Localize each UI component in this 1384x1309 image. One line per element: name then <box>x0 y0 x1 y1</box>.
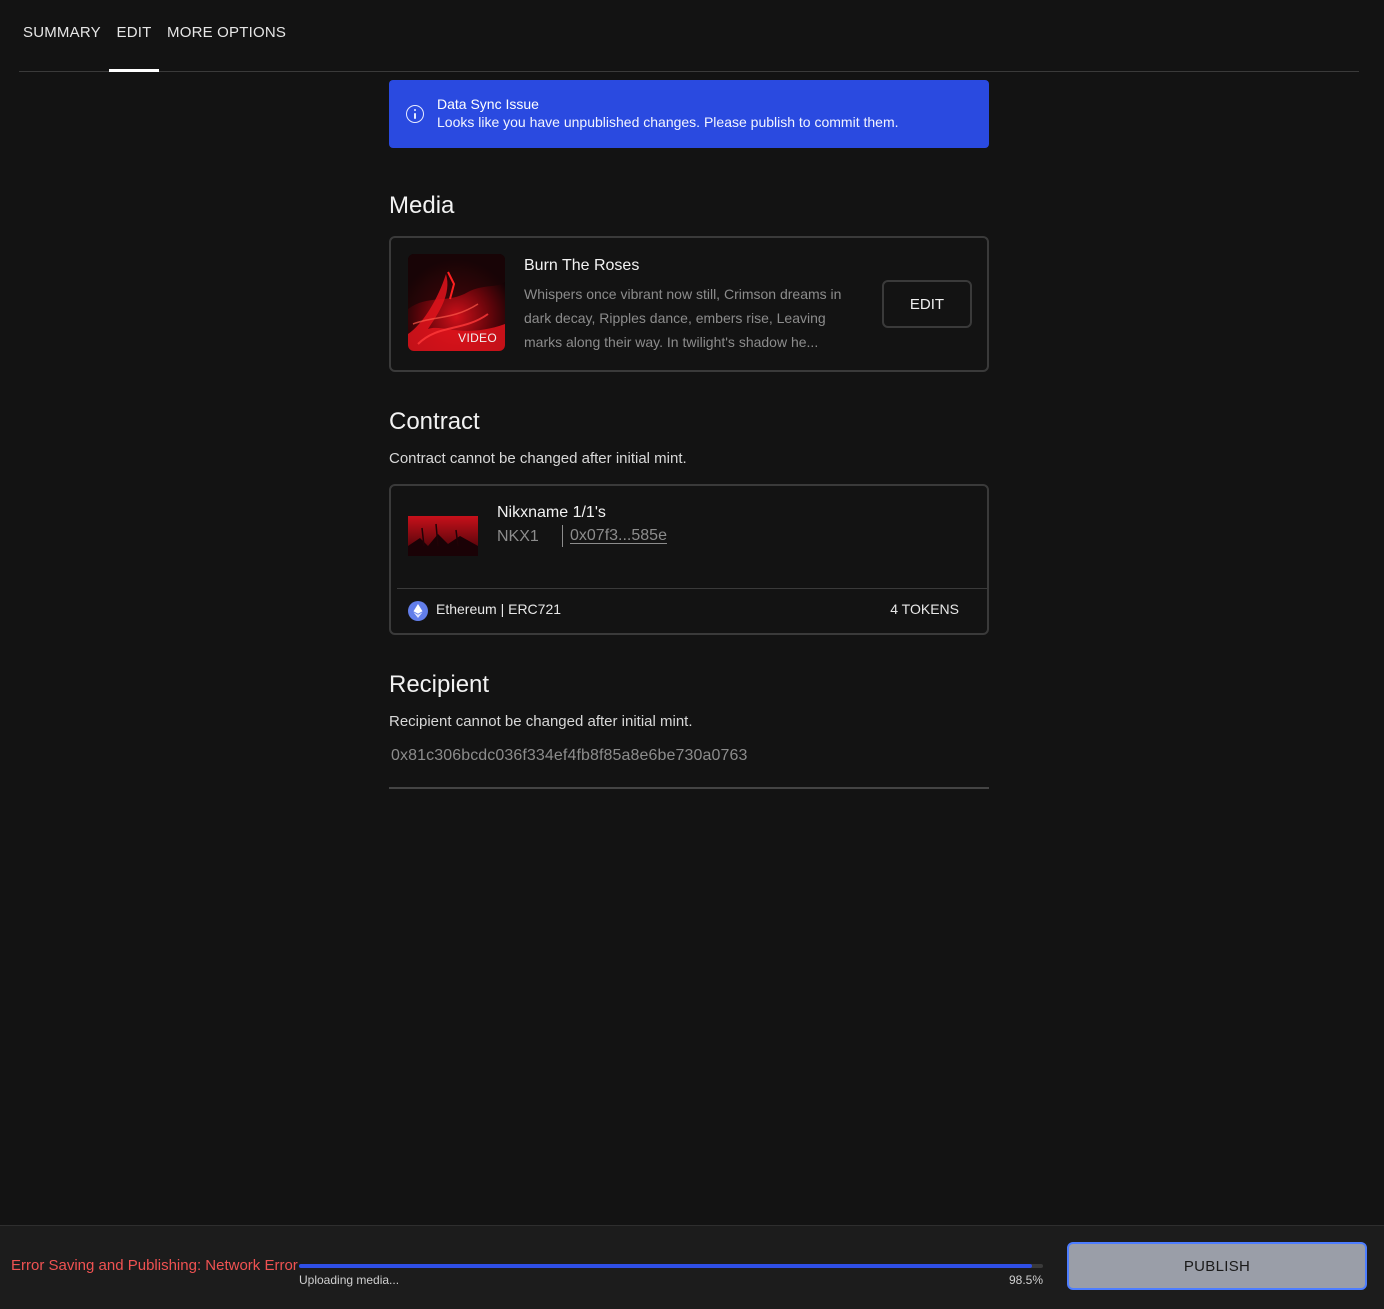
data-sync-alert: Data Sync Issue Looks like you have unpu… <box>389 80 989 148</box>
media-title: Burn The Roses <box>524 257 640 274</box>
contract-thumbnail-image <box>408 516 478 556</box>
recipient-address: 0x81c306bcdc036f334ef4fb8f85a8e6be730a07… <box>391 747 748 764</box>
recipient-subtitle: Recipient cannot be changed after initia… <box>389 713 693 730</box>
media-card: VIDEO Burn The Roses Whispers once vibra… <box>389 236 989 372</box>
upload-progress-percent: 98.5% <box>1008 1273 1043 1287</box>
contract-subtitle: Contract cannot be changed after initial… <box>389 450 687 467</box>
media-section-title: Media <box>389 192 455 219</box>
publish-footer: Error Saving and Publishing: Network Err… <box>0 1225 1384 1309</box>
contract-card: Nikxname 1/1's NKX1 0x07f3...585e Ethere… <box>389 484 989 635</box>
media-thumbnail: VIDEO <box>408 254 505 351</box>
token-count: 4 TOKENS <box>890 601 959 617</box>
contract-symbol: NKX1 <box>497 528 539 545</box>
publish-error-message: Error Saving and Publishing: Network Err… <box>11 1257 298 1274</box>
recipient-section-title: Recipient <box>389 671 490 698</box>
upload-progress-label: Uploading media... <box>299 1273 400 1287</box>
alert-title: Data Sync Issue <box>437 96 539 112</box>
alert-message: Looks like you have unpublished changes.… <box>437 114 899 130</box>
edit-media-button[interactable]: EDIT <box>882 280 972 328</box>
ethereum-icon <box>408 601 428 621</box>
publish-button[interactable]: PUBLISH <box>1067 1242 1367 1290</box>
ethereum-logo <box>413 604 423 618</box>
tab-more-options[interactable]: MORE OPTIONS <box>167 24 286 72</box>
recipient-address-field: 0x81c306bcdc036f334ef4fb8f85a8e6be730a07… <box>389 740 989 789</box>
tab-summary[interactable]: SUMMARY <box>23 24 101 72</box>
upload-progress-bar <box>299 1264 1043 1268</box>
video-badge: VIDEO <box>458 331 497 345</box>
contract-address-link[interactable]: 0x07f3...585e <box>570 527 667 545</box>
chain-standard-label: Ethereum | ERC721 <box>436 601 562 617</box>
contract-card-divider <box>397 588 987 589</box>
contract-divider-bar <box>562 525 563 547</box>
contract-name: Nikxname 1/1's <box>497 504 606 521</box>
upload-progress-fill <box>299 1264 1032 1268</box>
contract-section-title: Contract <box>389 408 480 435</box>
contract-thumbnail <box>408 516 478 556</box>
media-description: Whispers once vibrant now still, Crimson… <box>524 286 842 350</box>
tab-edit[interactable]: EDIT <box>109 24 159 72</box>
tab-bar: SUMMARY EDIT MORE OPTIONS <box>19 0 1359 72</box>
info-icon <box>406 105 424 123</box>
